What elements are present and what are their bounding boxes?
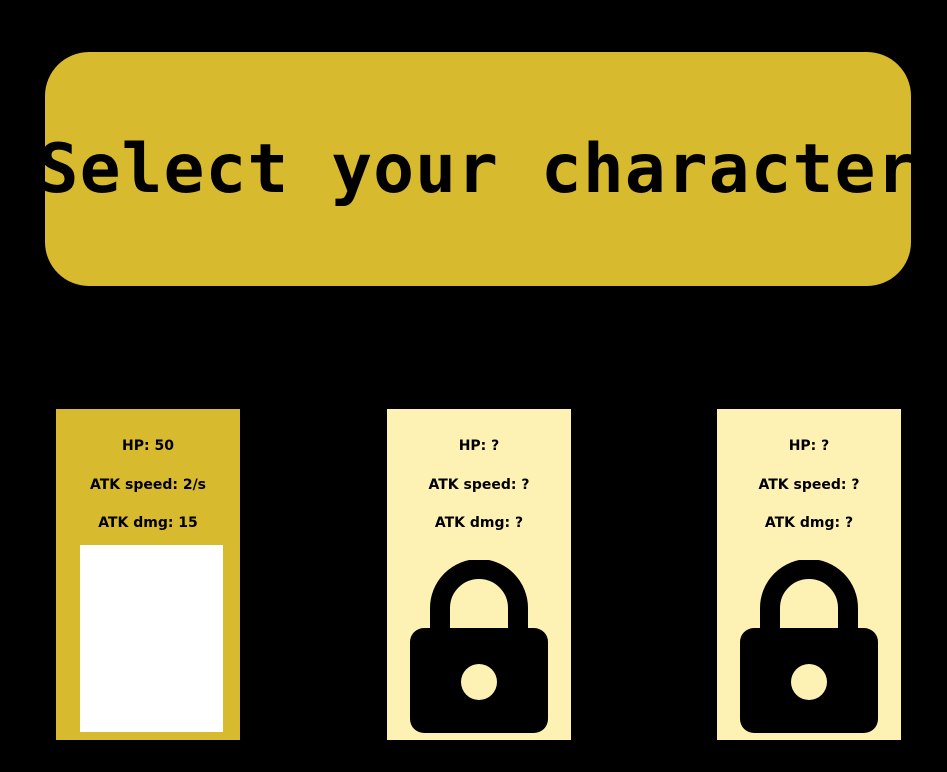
- character-card-3[interactable]: HP: ? ATK speed: ? ATK dmg: ?: [717, 409, 901, 740]
- lock-icon: [740, 560, 878, 733]
- atk-speed-stat: ATK speed: ?: [758, 477, 860, 493]
- page-title: Select your character: [37, 129, 919, 209]
- atk-dmg-stat: ATK dmg: 15: [98, 515, 198, 531]
- hp-stat: HP: 50: [122, 438, 174, 454]
- atk-speed-stat: ATK speed: ?: [428, 477, 530, 493]
- atk-dmg-stat: ATK dmg: ?: [434, 515, 524, 531]
- hp-stat: HP: ?: [458, 438, 500, 454]
- character-select-screen: Select your character HP: 50 ATK speed: …: [0, 0, 947, 772]
- atk-speed-stat: ATK speed: 2/s: [89, 477, 207, 493]
- title-banner: Select your character: [38, 52, 917, 286]
- lock-icon: [410, 560, 548, 733]
- hp-stat: HP: ?: [788, 438, 830, 454]
- character-card-1[interactable]: HP: 50 ATK speed: 2/s ATK dmg: 15: [56, 409, 240, 740]
- character-portrait: [80, 545, 223, 732]
- character-card-2[interactable]: HP: ? ATK speed: ? ATK dmg: ?: [387, 409, 571, 740]
- atk-dmg-stat: ATK dmg: ?: [764, 515, 854, 531]
